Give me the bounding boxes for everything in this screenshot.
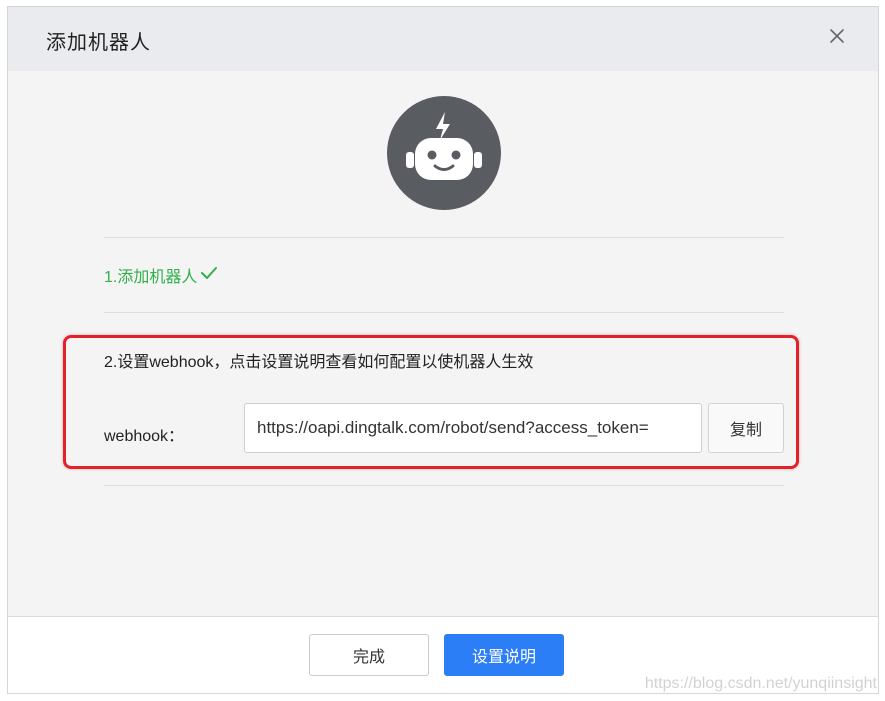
dialog-body: 1.添加机器人 2.设置webhook，点击设置说明查看如何配置以使机器人生效 …	[8, 71, 878, 619]
setup-guide-button[interactable]: 设置说明	[444, 634, 564, 676]
done-button[interactable]: 完成	[309, 634, 429, 676]
step-1-label: 1.添加机器人	[104, 269, 198, 286]
checkmark-icon	[200, 265, 218, 286]
dialog-title: 添加机器人	[46, 32, 151, 54]
divider	[104, 237, 784, 238]
dialog-header: 添加机器人	[8, 7, 878, 72]
copy-button[interactable]: 复制	[708, 403, 784, 453]
step-2-instruction: 2.设置webhook，点击设置说明查看如何配置以使机器人生效	[104, 354, 534, 371]
webhook-url-field[interactable]	[244, 403, 702, 453]
divider	[104, 312, 784, 313]
add-robot-dialog: 添加机器人 1.添加机器人 2.设置webhook，点击设置说明查看如何配置以使…	[7, 6, 879, 694]
robot-icon	[387, 96, 501, 210]
watermark: https://blog.csdn.net/yunqiinsight	[644, 675, 877, 692]
webhook-label: webhook：	[104, 428, 185, 445]
divider	[104, 485, 784, 486]
step-1-status: 1.添加机器人	[104, 263, 218, 287]
close-icon[interactable]	[826, 25, 848, 47]
